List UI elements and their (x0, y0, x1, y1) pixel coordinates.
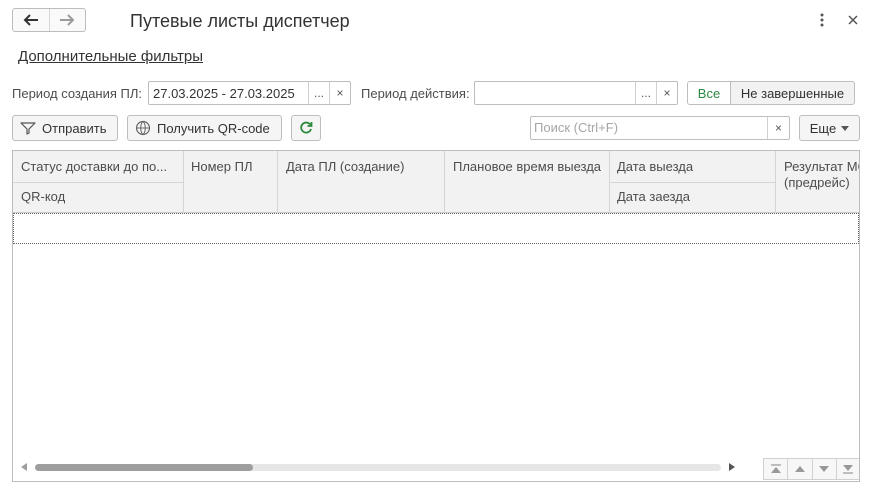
column-header-departure-date[interactable]: Дата выезда (609, 159, 775, 175)
go-down-button[interactable] (811, 459, 836, 479)
send-button-label: Отправить (42, 120, 107, 136)
action-period-select-button[interactable]: ... (635, 82, 656, 104)
header-divider (609, 182, 775, 183)
table-header: Статус доставки до по... QR-код Номер ПЛ… (13, 151, 859, 213)
action-period-value[interactable] (475, 82, 635, 104)
refresh-icon (300, 121, 313, 134)
column-header-number[interactable]: Номер ПЛ (183, 159, 277, 175)
arrow-left-icon (23, 14, 38, 26)
caret-down-icon (841, 125, 850, 131)
send-icon (20, 122, 36, 135)
column-header-planned-departure[interactable]: Плановое время выезда (445, 159, 609, 175)
forward-button[interactable] (48, 9, 86, 31)
column-header-qr[interactable]: QR-код (13, 189, 183, 205)
created-period-clear-button[interactable]: × (329, 82, 350, 104)
page-title: Путевые листы диспетчер (130, 11, 350, 31)
more-button[interactable]: Еще (799, 115, 860, 141)
close-icon[interactable] (845, 12, 861, 28)
get-qr-code-button[interactable]: Получить QR-code (127, 115, 282, 141)
column-header-status[interactable]: Статус доставки до по... (13, 159, 183, 175)
go-first-button[interactable] (764, 459, 788, 479)
scroll-right-icon[interactable] (729, 463, 735, 471)
created-period-value[interactable]: 27.03.2025 - 27.03.2025 (149, 82, 308, 104)
toggle-all[interactable]: Все (688, 82, 731, 104)
list-navigation (763, 458, 859, 480)
scrollbar-thumb[interactable] (35, 464, 253, 471)
search-input[interactable]: Поиск (Ctrl+F) (531, 117, 767, 139)
globe-refresh-icon (135, 120, 151, 136)
created-period-label: Период создания ПЛ: (12, 86, 143, 101)
column-header-result-line1[interactable]: Результат МО (776, 159, 859, 175)
column-header-arrival-date[interactable]: Дата заезда (609, 189, 775, 205)
toggle-not-completed[interactable]: Не завершенные (731, 82, 854, 104)
scroll-left-icon[interactable] (21, 463, 27, 471)
horizontal-scrollbar[interactable] (13, 451, 859, 481)
action-period-label: Период действия: (361, 86, 470, 101)
created-period-select-button[interactable]: ... (308, 82, 329, 104)
header-divider (13, 182, 183, 183)
get-qr-code-label: Получить QR-code (157, 120, 270, 136)
go-up-button[interactable] (787, 459, 812, 479)
down-icon (819, 466, 830, 472)
action-period-clear-button[interactable]: × (656, 82, 677, 104)
arrow-right-icon (60, 14, 75, 26)
back-button[interactable] (13, 9, 49, 31)
created-period-field[interactable]: 27.03.2025 - 27.03.2025 ... × (148, 81, 351, 105)
send-button[interactable]: Отправить (12, 115, 118, 141)
waybills-table: Статус доставки до по... QR-код Номер ПЛ… (12, 150, 860, 482)
column-header-date-created[interactable]: Дата ПЛ (создание) (278, 159, 444, 175)
refresh-button[interactable] (291, 115, 321, 141)
search-field[interactable]: Поиск (Ctrl+F) × (530, 116, 790, 140)
first-icon (770, 464, 781, 473)
additional-filters-link[interactable]: Дополнительные фильтры (18, 48, 203, 66)
column-header-result-line2[interactable]: (предрейс) (776, 175, 859, 191)
more-vert-icon[interactable] (814, 12, 830, 28)
table-row[interactable] (13, 213, 859, 244)
history-nav (12, 8, 86, 32)
go-last-button[interactable] (835, 459, 859, 479)
more-button-label: Еще (809, 120, 837, 136)
completion-filter-toggle: Все Не завершенные (687, 81, 855, 105)
action-period-field[interactable]: ... × (474, 81, 678, 105)
search-clear-button[interactable]: × (767, 117, 789, 139)
last-icon (843, 465, 854, 474)
up-icon (794, 466, 805, 472)
